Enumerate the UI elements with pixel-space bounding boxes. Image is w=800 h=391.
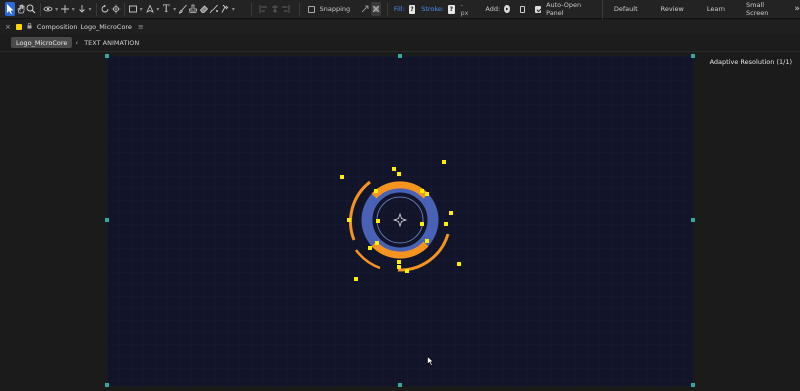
more-workspaces-icon[interactable]: » — [794, 4, 800, 14]
tab-label: Logo_MicroCore — [16, 38, 68, 47]
pen-icon[interactable] — [145, 2, 155, 16]
toolbar-divider — [387, 2, 388, 16]
pan-icon[interactable] — [60, 2, 70, 16]
path-vertex-handle[interactable] — [405, 269, 409, 273]
align-left-icon — [259, 2, 269, 16]
path-vertex-handle[interactable] — [449, 211, 453, 215]
comp-corner-handle[interactable] — [691, 383, 695, 387]
rectangle-icon[interactable] — [128, 2, 138, 16]
hand-icon[interactable] — [16, 2, 26, 16]
fill-swatch[interactable]: ? — [408, 4, 416, 14]
path-vertex-handle[interactable] — [368, 246, 372, 250]
logo-artwork — [107, 56, 693, 386]
tab-text-animation[interactable]: TEXT ANIMATION — [84, 39, 139, 47]
dolly-icon[interactable] — [77, 2, 87, 16]
snap-features-icon[interactable] — [370, 2, 381, 16]
snap-edges-icon[interactable] — [360, 2, 370, 16]
auto-open-checkbox[interactable] — [535, 5, 542, 13]
eraser-icon[interactable] — [199, 2, 209, 16]
workspace-learn[interactable]: Learn — [707, 5, 725, 13]
path-vertex-handle[interactable] — [425, 239, 429, 243]
path-vertex-handle[interactable] — [397, 172, 401, 176]
comp-corner-handle[interactable] — [105, 54, 109, 58]
comp-corner-handle[interactable] — [105, 383, 109, 387]
type-icon[interactable]: T — [161, 2, 171, 16]
path-vertex-handle[interactable] — [354, 277, 358, 281]
align-center-icon — [270, 2, 280, 16]
toolbar-divider — [250, 2, 252, 16]
add-button-icon[interactable] — [504, 5, 510, 13]
toolbar-divider — [39, 2, 41, 16]
composition-prefix: Composition — [36, 23, 78, 31]
film-icon[interactable] — [519, 5, 526, 13]
snapping-label: Snapping — [319, 5, 351, 13]
toolbar-divider — [298, 2, 300, 16]
add-label: Add: — [485, 5, 501, 13]
toolbar-divider — [602, 0, 603, 19]
path-vertex-handle[interactable] — [376, 219, 380, 223]
mouse-cursor-icon — [427, 356, 434, 366]
composition-canvas[interactable] — [107, 56, 693, 386]
chevron-left-icon[interactable]: ‹ — [75, 39, 78, 47]
snapping-toggle[interactable]: Snapping — [307, 0, 351, 19]
path-vertex-handle[interactable] — [397, 260, 401, 264]
path-vertex-handle[interactable] — [375, 241, 379, 245]
brush-icon[interactable] — [178, 2, 188, 16]
zoom-icon[interactable] — [26, 2, 36, 16]
chevron-down-icon[interactable]: ▾ — [87, 2, 93, 16]
workspace-default[interactable]: Default — [614, 5, 638, 13]
chevron-down-icon[interactable]: ▾ — [54, 2, 60, 16]
chevron-down-icon[interactable]: ▾ — [138, 2, 144, 16]
tab-logo-microcore[interactable]: Logo_MicroCore — [11, 37, 73, 48]
path-vertex-handle[interactable] — [425, 192, 429, 196]
path-vertex-handle[interactable] — [340, 175, 344, 179]
comp-corner-handle[interactable] — [691, 54, 695, 58]
comp-edge-handle[interactable] — [398, 54, 402, 58]
clone-stamp-icon[interactable] — [188, 2, 198, 16]
anchor-icon[interactable] — [111, 2, 121, 16]
stroke-swatch[interactable]: ? — [448, 4, 455, 14]
path-vertex-handle[interactable] — [420, 189, 424, 193]
adaptive-resolution-indicator: Adaptive Resolution (1/1) — [709, 58, 792, 66]
comp-edge-handle[interactable] — [398, 383, 402, 387]
orbit-icon[interactable] — [43, 2, 53, 16]
stroke-width-value[interactable]: - px — [461, 1, 470, 17]
path-vertex-handle[interactable] — [457, 262, 461, 266]
label-color-swatch[interactable] — [15, 24, 22, 30]
auto-open-label: Auto-Open Panel — [546, 1, 582, 17]
path-vertex-handle[interactable] — [420, 222, 424, 226]
panel-menu-icon[interactable]: ≡ — [138, 23, 144, 31]
composition-tabs: Logo_MicroCore ‹ TEXT ANIMATION — [0, 34, 800, 52]
snapping-checkbox[interactable] — [307, 5, 315, 13]
roto-brush-icon[interactable] — [209, 2, 219, 16]
path-vertex-handle[interactable] — [347, 218, 351, 222]
comp-edge-handle[interactable] — [691, 218, 695, 222]
rotate-icon[interactable] — [100, 2, 110, 16]
path-vertex-handle[interactable] — [397, 265, 401, 269]
chevron-down-icon[interactable]: ▾ — [172, 2, 178, 16]
puppet-pin-icon[interactable] — [220, 2, 230, 16]
toolbar-divider — [96, 2, 98, 16]
chevron-down-icon[interactable]: ▾ — [230, 2, 236, 16]
workspace-small-screen[interactable]: Small Screen — [746, 1, 776, 17]
path-vertex-handle[interactable] — [444, 222, 448, 226]
toolbar-divider — [124, 2, 125, 16]
lock-icon[interactable] — [27, 22, 32, 31]
stroke-label[interactable]: Stroke: — [421, 5, 444, 13]
select-arrow-icon[interactable] — [5, 2, 15, 16]
composition-name: Logo_MicroCore — [80, 23, 132, 31]
chevron-down-icon[interactable]: ▾ — [155, 2, 161, 16]
comp-edge-handle[interactable] — [105, 218, 109, 222]
composition-panel-header: × Composition Logo_MicroCore ≡ — [0, 20, 800, 34]
path-vertex-handle[interactable] — [374, 189, 378, 193]
align-right-icon — [280, 2, 290, 16]
path-vertex-handle[interactable] — [442, 160, 446, 164]
path-vertex-handle[interactable] — [392, 167, 396, 171]
close-icon[interactable]: × — [5, 23, 11, 31]
workspace-review[interactable]: Review — [661, 5, 684, 13]
tools-toolbar: ▾ ▾ ▾ ▾ ▾ T ▾ ▾ Snapping Fill: ? Stroke:… — [0, 0, 800, 19]
fill-label[interactable]: Fill: — [394, 5, 405, 13]
chevron-down-icon[interactable]: ▾ — [70, 2, 76, 16]
